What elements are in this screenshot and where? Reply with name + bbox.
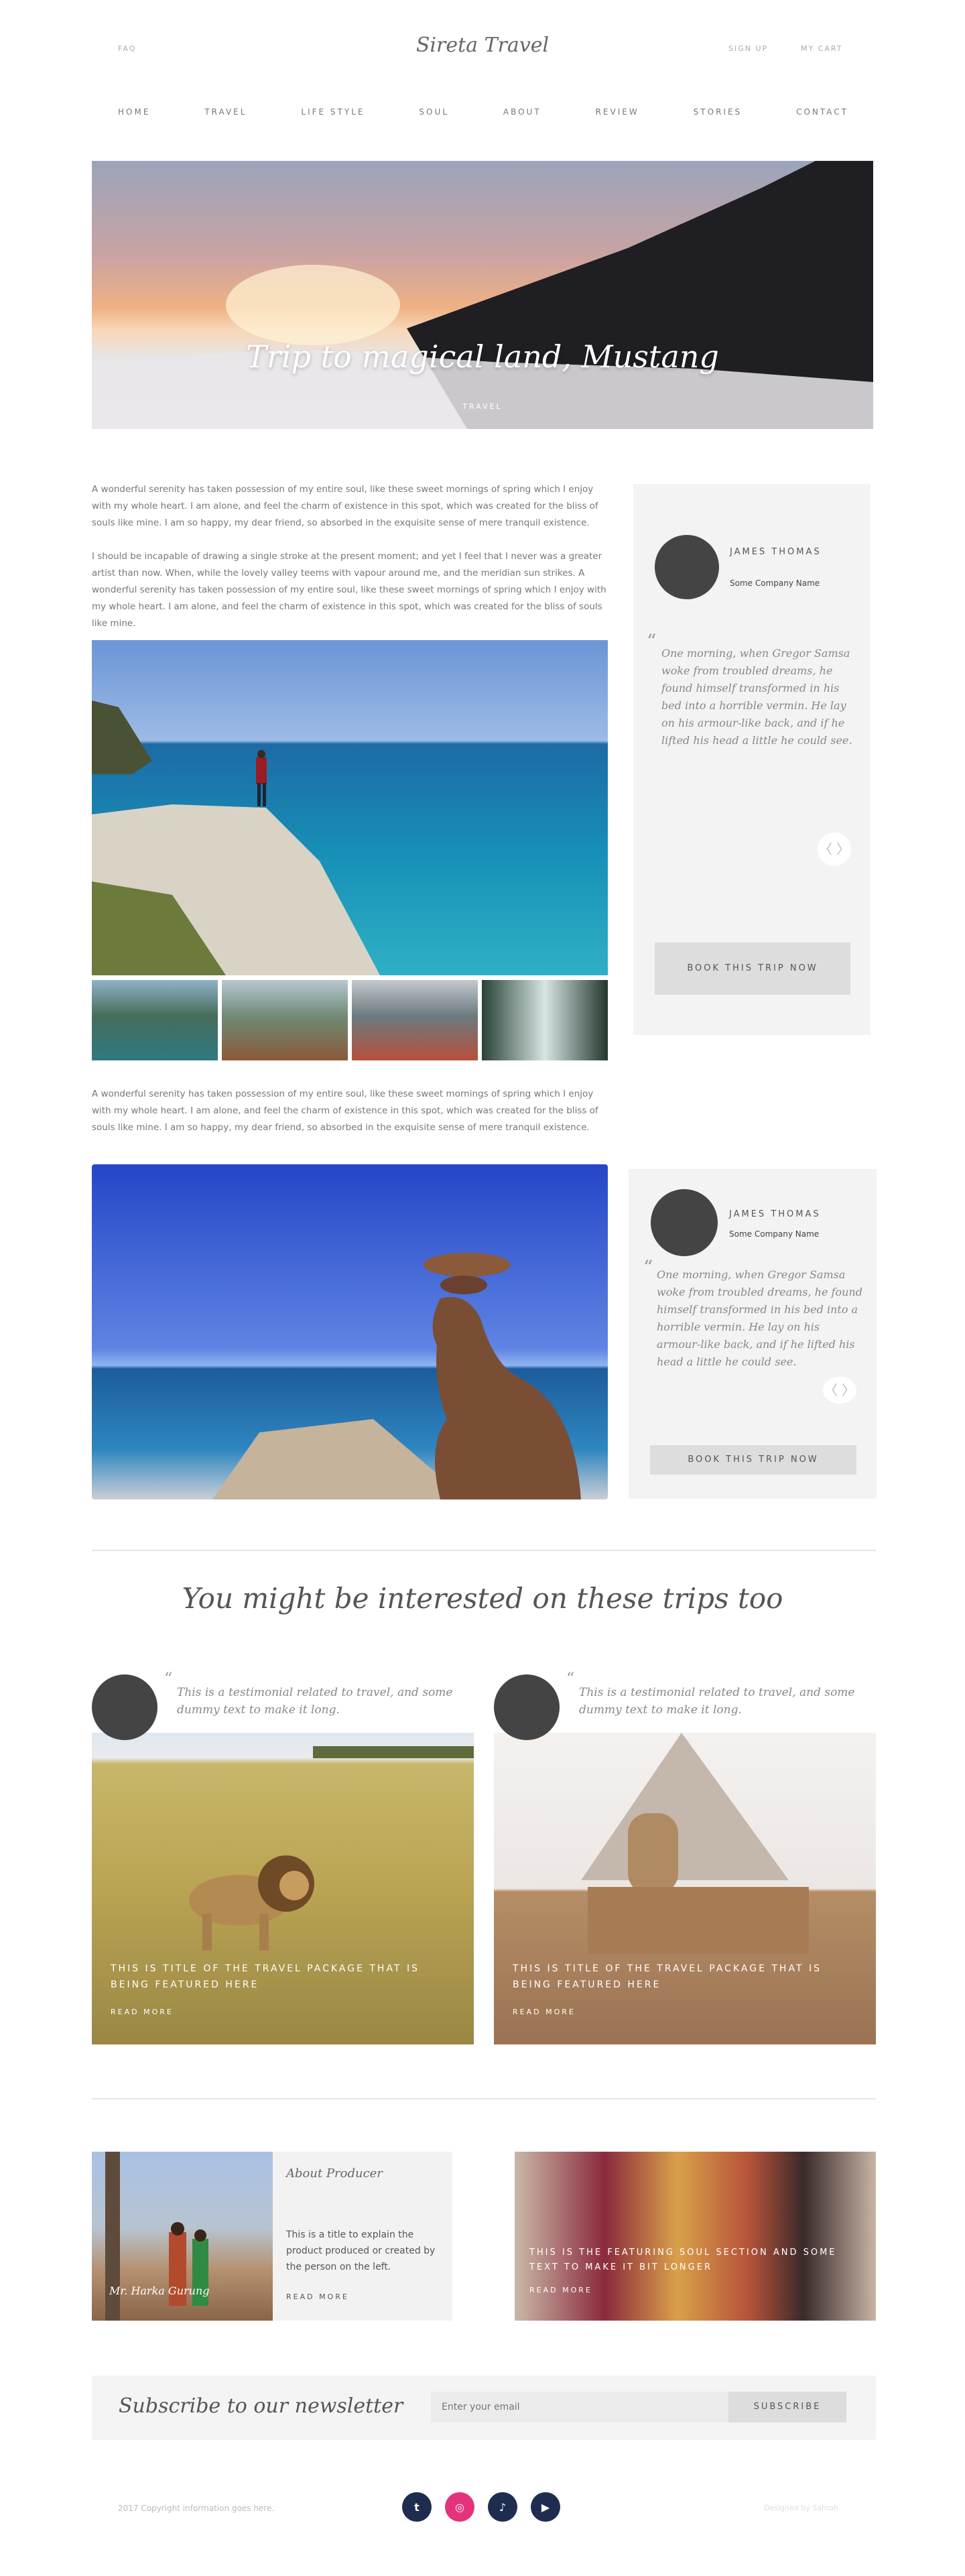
card-testimonial: This is a testimonial related to travel,…: [177, 1686, 453, 1717]
author-name: JAMES THOMAS: [729, 1209, 821, 1219]
testimonial-sidebar-1: JAMES THOMAS Some Company Name “ One mor…: [633, 484, 871, 1035]
producer-section: Mr. Harka Gurung About Producer This is …: [92, 2152, 452, 2321]
quote-icon: “: [164, 1669, 173, 1688]
testimonial-quote: One morning, when Gregor Samsa woke from…: [657, 1268, 862, 1368]
article-paragraph-2: I should be incapable of drawing a singl…: [92, 551, 606, 629]
cliff-image: [92, 700, 380, 975]
youtube-icon[interactable]: ▶: [531, 2492, 560, 2522]
statue-image: [212, 1253, 581, 1499]
nav-stories[interactable]: STORIES: [694, 107, 742, 117]
mountain-image: [92, 161, 873, 429]
carousel-arrows[interactable]: 〈 〉: [823, 1377, 856, 1404]
producer-name: Mr. Harka Gurung: [109, 2284, 210, 2297]
nav-travel[interactable]: TRAVEL: [204, 107, 247, 117]
producer-heading: About Producer: [286, 2166, 383, 2181]
nav-contact[interactable]: CONTACT: [796, 107, 848, 117]
read-more-link[interactable]: READ MORE: [529, 2286, 592, 2294]
hero-title: Trip to magical land, Mustang: [246, 339, 719, 375]
soul-title: THIS IS THE FEATURING SOUL SECTION AND S…: [529, 2248, 837, 2272]
divider: [92, 2098, 876, 2099]
company-name: Some Company Name: [730, 578, 820, 588]
newsletter-heading: Subscribe to our newsletter: [119, 2394, 403, 2418]
tiktok-icon[interactable]: ♪: [488, 2492, 517, 2522]
twitter-icon[interactable]: t: [402, 2492, 432, 2522]
author-name: JAMES THOMAS: [730, 547, 822, 557]
producer-text: This is a title to explain the product p…: [286, 2229, 436, 2272]
thumb-lake[interactable]: [92, 980, 218, 1060]
thumb-boat[interactable]: [222, 980, 348, 1060]
statue-photo: [92, 1164, 608, 1499]
hero-category[interactable]: TRAVEL: [92, 402, 873, 411]
avatar: [92, 1674, 157, 1740]
testimonial-sidebar-2: JAMES THOMAS Some Company Name “ One mor…: [629, 1169, 877, 1499]
read-more-link[interactable]: READ MORE: [513, 2008, 576, 2016]
nav-soul[interactable]: SOUL: [419, 107, 449, 117]
sphinx-image: [581, 1733, 809, 1954]
producer-photo: Mr. Harka Gurung: [92, 2152, 273, 2321]
card-title: THIS IS TITLE OF THE TRAVEL PACKAGE THAT…: [513, 1963, 822, 1990]
signup-link[interactable]: SIGN UP: [728, 44, 768, 53]
cart-link[interactable]: MY CART: [801, 44, 842, 53]
main-nav: HOME TRAVEL LIFE STYLE SOUL ABOUT REVIEW…: [118, 107, 848, 117]
quote-icon: “: [647, 630, 657, 652]
copyright-text: 2017 Copyright information goes here.: [118, 2504, 275, 2513]
article-paragraph-1: A wonderful serenity has taken possessio…: [92, 484, 598, 528]
lion-image: [189, 1746, 474, 1951]
thumb-hiker[interactable]: [352, 980, 478, 1060]
social-links: t ◎ ♪ ▶: [402, 2492, 560, 2522]
book-trip-button[interactable]: BOOK THIS TRIP NOW: [655, 942, 850, 995]
company-name: Some Company Name: [729, 1229, 820, 1239]
sphinx-card-image[interactable]: THIS IS TITLE OF THE TRAVEL PACKAGE THAT…: [494, 1733, 876, 2044]
email-input[interactable]: [431, 2392, 732, 2422]
hero-banner: Trip to magical land, Mustang TRAVEL: [92, 161, 873, 429]
read-more-link[interactable]: READ MORE: [286, 2292, 349, 2301]
designer-credit: Designed by Sahroh: [764, 2504, 838, 2512]
book-trip-button[interactable]: BOOK THIS TRIP NOW: [650, 1445, 856, 1475]
nav-about[interactable]: ABOUT: [503, 107, 541, 117]
read-more-link[interactable]: READ MORE: [111, 2008, 174, 2016]
cliff-photo: [92, 640, 608, 975]
article-paragraph-3: A wonderful serenity has taken possessio…: [92, 1089, 598, 1133]
avatar: [655, 535, 719, 599]
carousel-arrows[interactable]: 〈 〉: [818, 833, 851, 866]
instagram-icon[interactable]: ◎: [445, 2492, 474, 2522]
card-title: THIS IS TITLE OF THE TRAVEL PACKAGE THAT…: [111, 1963, 420, 1990]
soul-feature-card[interactable]: THIS IS THE FEATURING SOUL SECTION AND S…: [515, 2152, 876, 2321]
lion-card-image[interactable]: THIS IS TITLE OF THE TRAVEL PACKAGE THAT…: [92, 1733, 474, 2044]
quote-icon: “: [566, 1669, 575, 1688]
card-testimonial: This is a testimonial related to travel,…: [579, 1686, 855, 1717]
thumb-waterfall[interactable]: [482, 980, 608, 1060]
nav-lifestyle[interactable]: LIFE STYLE: [301, 107, 365, 117]
nav-home[interactable]: HOME: [118, 107, 150, 117]
nav-review[interactable]: REVIEW: [596, 107, 639, 117]
avatar: [651, 1189, 718, 1256]
quote-icon: “: [643, 1256, 653, 1278]
divider: [92, 1550, 876, 1551]
testimonial-quote: One morning, when Gregor Samsa woke from…: [661, 647, 852, 747]
related-heading: You might be interested on these trips t…: [182, 1582, 783, 1615]
newsletter-section: Subscribe to our newsletter SUBSCRIBE: [92, 2376, 876, 2440]
avatar: [494, 1674, 560, 1740]
subscribe-button[interactable]: SUBSCRIBE: [728, 2392, 846, 2422]
